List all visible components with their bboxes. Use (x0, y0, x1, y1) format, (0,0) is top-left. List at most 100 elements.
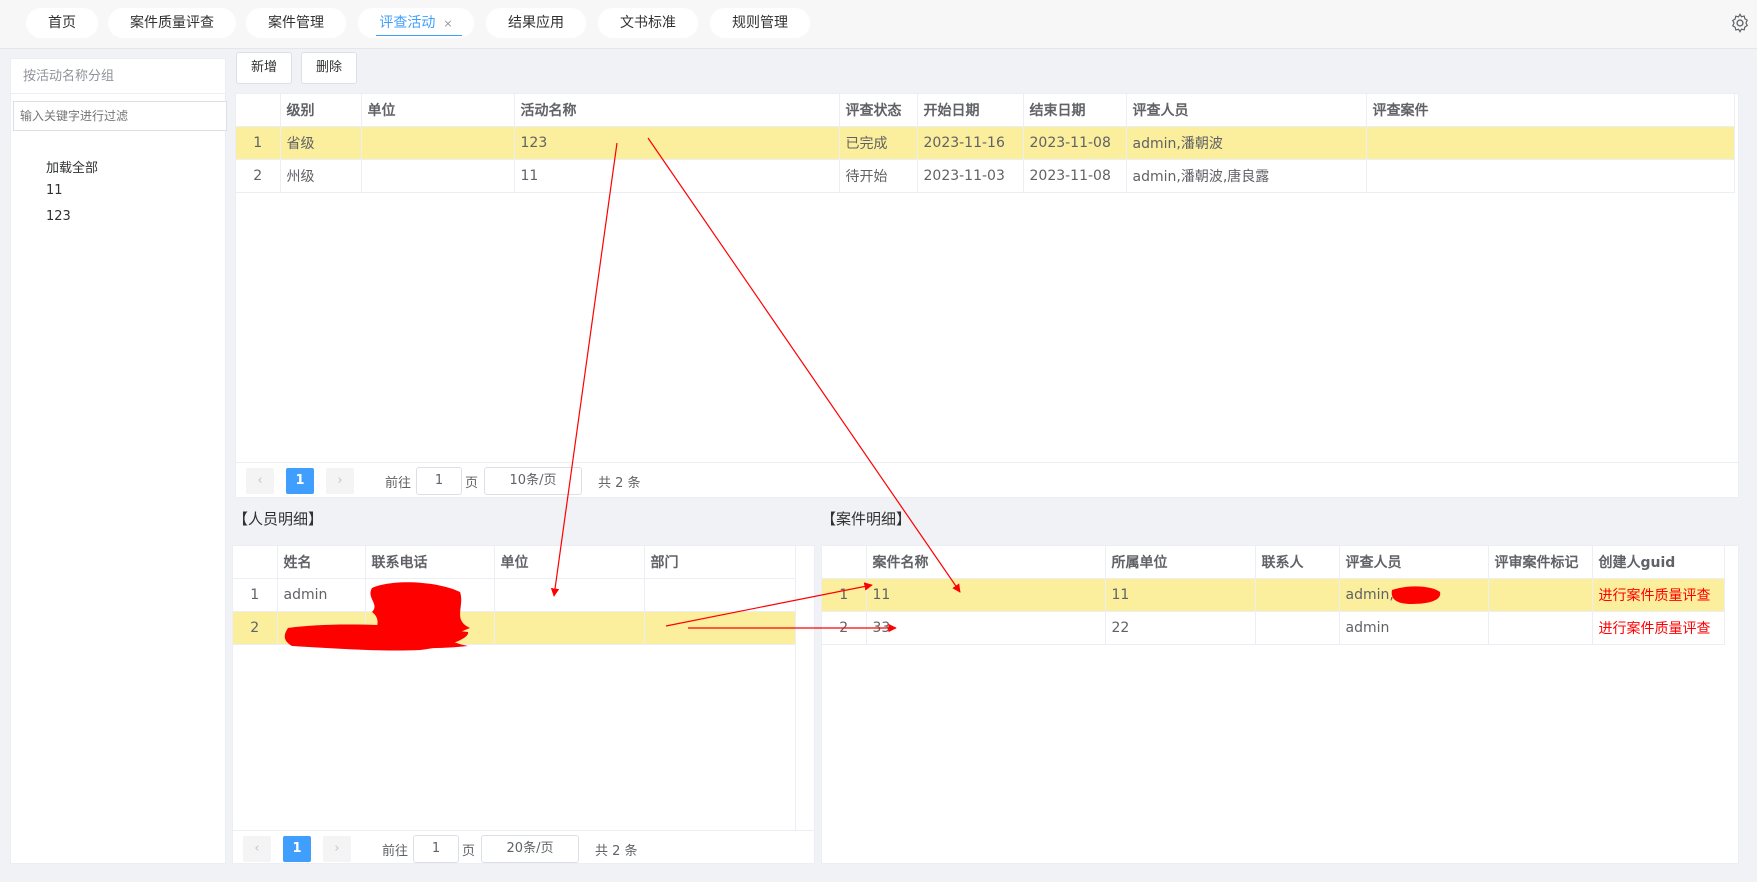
tab-label: 规则管理 (732, 15, 788, 31)
active-tab-underline (376, 35, 462, 36)
column-header: 评查案件 (1366, 94, 1735, 127)
start-case-review-link[interactable]: 进行案件质量评查 (1592, 578, 1725, 612)
tab-result-application[interactable]: 结果应用 (486, 8, 586, 38)
column-header: 案件名称 (866, 546, 1106, 579)
cell-unit (494, 578, 645, 612)
people-section-title: 【人员明细】 (233, 510, 324, 528)
page-size-value: 20条/页 (506, 841, 554, 856)
cell-review-mark (1488, 578, 1593, 612)
cell-reviewers: admin (1339, 611, 1489, 645)
column-header: 级别 (280, 94, 362, 127)
page-number-button[interactable]: 1 (283, 836, 311, 862)
total-count: 共 2 条 (595, 844, 638, 859)
table-header-row: 案件名称 所属单位 联系人 评查人员 评审案件标记 创建人guid (822, 546, 1725, 579)
gear-icon[interactable] (1729, 12, 1751, 34)
cell-reviewers: admin,潘朝波 (1126, 126, 1367, 160)
tab-home[interactable]: 首页 (26, 8, 98, 38)
start-case-review-link[interactable]: 进行案件质量评查 (1592, 611, 1725, 645)
people-table: 姓名 联系电话 单位 部门 1 admin 2 (233, 546, 796, 645)
cell-status: 待开始 (839, 159, 918, 193)
sidebar-panel: 按活动名称分组 加载全部 11 123 (10, 58, 227, 864)
row-index: 1 (233, 578, 278, 612)
cell-phone (365, 578, 495, 612)
cell-reviewers: admin, (1339, 578, 1489, 612)
page-number-button[interactable]: 1 (286, 468, 314, 494)
page-size-select[interactable]: 10条/页 (484, 467, 582, 495)
page-size-select[interactable]: 20条/页 (481, 835, 579, 863)
row-index: 2 (236, 159, 281, 193)
tab-rule-management[interactable]: 规则管理 (710, 8, 810, 38)
cell-level: 州级 (280, 159, 362, 193)
cell-review-mark (1488, 611, 1593, 645)
cell-status: 已完成 (839, 126, 918, 160)
goto-label: 前往 (382, 844, 409, 859)
column-header (822, 546, 867, 579)
tab-label: 评查活动 (379, 15, 436, 31)
cell-unit (494, 611, 645, 645)
cell-unit (361, 159, 515, 193)
cell-end-date: 2023-11-08 (1023, 126, 1127, 160)
table-row[interactable]: 1 admin (233, 578, 796, 612)
column-header: 结束日期 (1023, 94, 1127, 127)
table-row[interactable]: 2 (233, 611, 796, 645)
activity-table-panel: 级别 单位 活动名称 评查状态 开始日期 结束日期 评查人员 评查案件 1 省级… (235, 93, 1739, 498)
column-header: 活动名称 (514, 94, 840, 127)
table-row[interactable]: 1 11 11 admin, 进行案件质量评查 (822, 578, 1725, 612)
goto-page-input[interactable]: 1 (413, 835, 459, 863)
next-page-button[interactable]: › (326, 468, 354, 494)
tab-review-activity[interactable]: 评查活动 × (358, 8, 474, 38)
cell-contact (1255, 578, 1340, 612)
column-header: 创建人guid (1592, 546, 1725, 579)
cell-unit: 11 (1105, 578, 1256, 612)
cell-dept (644, 611, 796, 645)
people-table-panel: 姓名 联系电话 单位 部门 1 admin 2 ‹ 1 › 前往 1 页 20条… (232, 545, 815, 864)
column-header: 评审案件标记 (1488, 546, 1593, 579)
page-unit-label: 页 (462, 844, 476, 859)
tab-label: 首页 (48, 15, 76, 31)
column-header: 开始日期 (917, 94, 1024, 127)
cell-name: admin (277, 578, 366, 612)
column-header: 姓名 (277, 546, 366, 579)
tab-label: 文书标准 (620, 15, 676, 31)
row-index: 1 (236, 126, 281, 160)
column-header: 单位 (494, 546, 645, 579)
next-page-button[interactable]: › (323, 836, 351, 862)
table-row[interactable]: 1 省级 123 已完成 2023-11-16 2023-11-08 admin… (236, 126, 1735, 160)
tab-case-quality-review[interactable]: 案件质量评查 (108, 8, 236, 38)
cell-end-date: 2023-11-08 (1023, 159, 1127, 193)
tab-document-standard[interactable]: 文书标准 (598, 8, 698, 38)
table-row[interactable]: 2 33 22 admin 进行案件质量评查 (822, 611, 1725, 645)
cell-reviewers: admin,潘朝波,唐良露 (1126, 159, 1367, 193)
column-header: 联系人 (1255, 546, 1340, 579)
cell-cases (1366, 126, 1735, 160)
case-section-title: 【案件明细】 (821, 510, 912, 528)
tab-label: 结果应用 (508, 15, 564, 31)
table-header-row: 姓名 联系电话 单位 部门 (233, 546, 796, 579)
close-icon[interactable]: × (443, 17, 452, 30)
column-header: 评查人员 (1126, 94, 1367, 127)
tab-case-management[interactable]: 案件管理 (246, 8, 346, 38)
goto-page-input[interactable]: 1 (416, 467, 462, 495)
tree-item-11[interactable]: 11 (46, 183, 63, 198)
row-index: 2 (233, 611, 278, 645)
table-row[interactable]: 2 州级 11 待开始 2023-11-03 2023-11-08 admin,… (236, 159, 1735, 193)
people-pagination: ‹ 1 › 前往 1 页 20条/页 共 2 条 (243, 834, 803, 866)
activity-table: 级别 单位 活动名称 评查状态 开始日期 结束日期 评查人员 评查案件 1 省级… (236, 94, 1735, 193)
sidebar-group-header: 按活动名称分组 (11, 59, 225, 94)
add-button[interactable]: 新增 (236, 52, 292, 84)
cell-case-name: 33 (866, 611, 1106, 645)
tab-label: 案件管理 (268, 15, 324, 31)
tree-item-load-all[interactable]: 加载全部 (46, 157, 98, 176)
column-header: 部门 (644, 546, 796, 579)
column-header: 评查状态 (839, 94, 918, 127)
tree-item-123[interactable]: 123 (46, 209, 71, 224)
filter-input[interactable] (13, 101, 227, 131)
prev-page-button[interactable]: ‹ (246, 468, 274, 494)
delete-button[interactable]: 删除 (301, 52, 357, 84)
column-header: 评查人员 (1339, 546, 1489, 579)
prev-page-button[interactable]: ‹ (243, 836, 271, 862)
activity-pagination: ‹ 1 › 前往 1 页 10条/页 共 2 条 (246, 466, 846, 498)
case-table: 案件名称 所属单位 联系人 评查人员 评审案件标记 创建人guid 1 11 1… (822, 546, 1725, 645)
tab-label: 案件质量评查 (130, 15, 214, 31)
cell-start-date: 2023-11-16 (917, 126, 1024, 160)
